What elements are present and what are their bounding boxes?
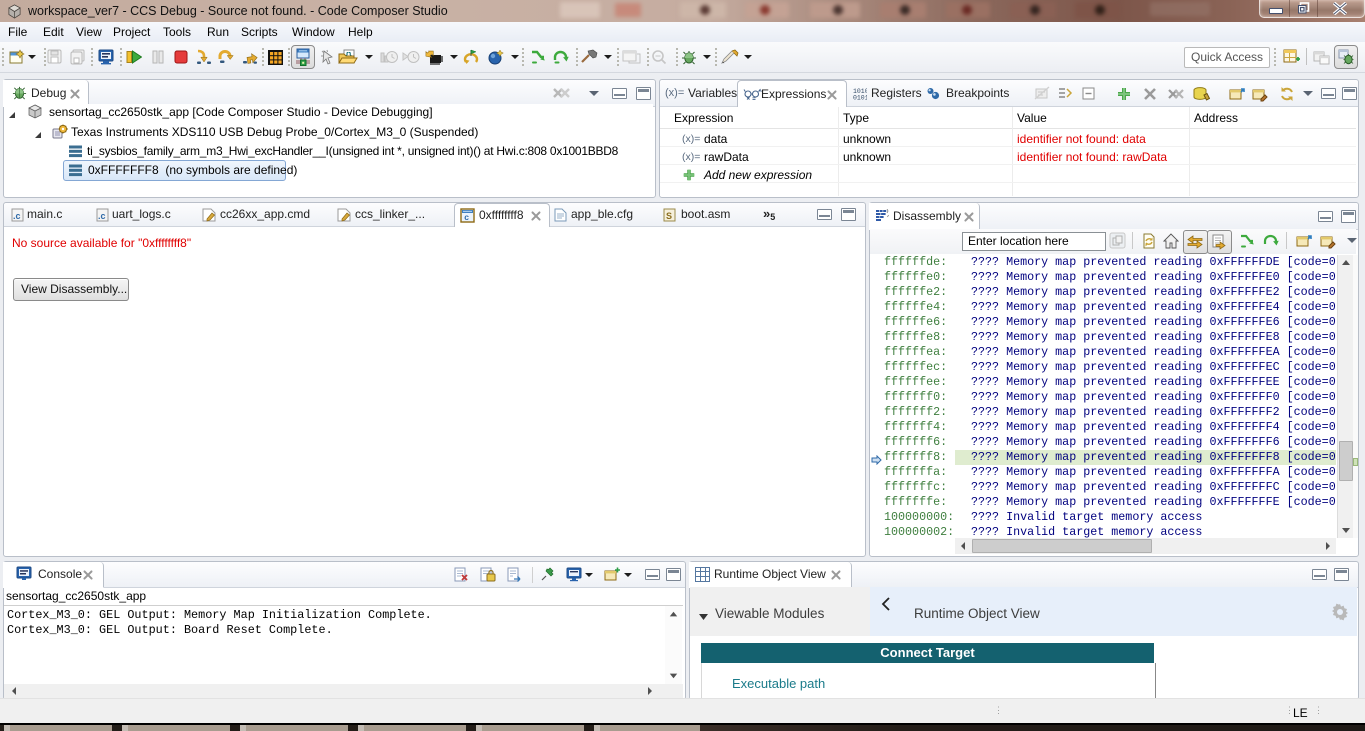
svg-text:.c: .c [98, 211, 106, 221]
svg-text:S: S [666, 211, 672, 221]
svg-text:.c: .c [13, 211, 21, 221]
svg-text:0101: 0101 [853, 95, 867, 101]
svg-text:c: c [464, 212, 469, 222]
